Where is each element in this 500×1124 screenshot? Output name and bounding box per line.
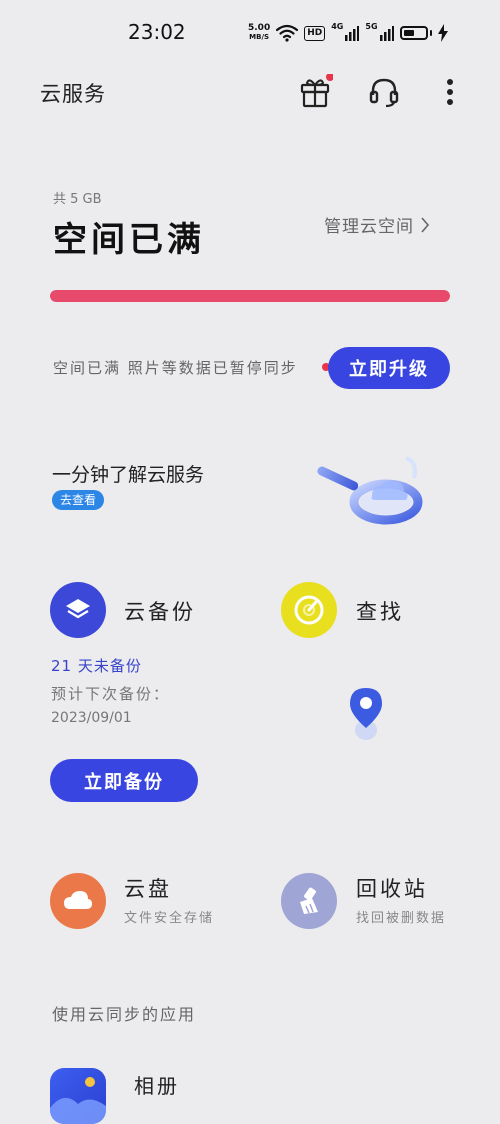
wifi-icon xyxy=(276,24,299,42)
more-icon[interactable] xyxy=(438,74,474,110)
status-icons: 5.00 MB/S HD 4G 5G xyxy=(248,20,448,46)
cloud-drive-icon[interactable] xyxy=(50,873,106,929)
promo-view-badge[interactable]: 去查看 xyxy=(52,490,105,510)
battery-tip xyxy=(429,30,432,36)
cloud-backup-icon[interactable] xyxy=(50,582,106,638)
chevron-right-icon xyxy=(421,216,430,233)
next-backup-label: 预计下次备份： xyxy=(51,685,171,703)
cloud-drive-title[interactable]: 云盘 xyxy=(124,873,172,903)
recycle-bin-icon[interactable] xyxy=(281,873,337,929)
battery-icon xyxy=(399,26,428,40)
status-time: 23:02 xyxy=(128,20,186,44)
signal-label-5g: 5G xyxy=(365,22,378,31)
find-device-icon[interactable] xyxy=(281,582,337,638)
signal-label-4g: 4G xyxy=(331,22,344,31)
promo-title[interactable]: 一分钟了解云服务 xyxy=(52,460,204,487)
cloud-backup-title[interactable]: 云备份 xyxy=(124,596,196,626)
upgrade-button[interactable]: 立即升级 xyxy=(328,347,450,389)
manage-storage-link[interactable]: 管理云空间 xyxy=(324,212,430,237)
page-title: 云服务 xyxy=(40,82,106,106)
storage-usage-fill xyxy=(50,290,450,302)
location-pin-icon xyxy=(346,686,386,744)
storage-status: 空间已满 xyxy=(53,220,205,260)
storage-total-label: 共 5 GB xyxy=(53,192,102,207)
backup-now-button[interactable]: 立即备份 xyxy=(50,759,198,802)
next-backup-date: 2023/09/01 xyxy=(51,710,132,726)
network-speed-unit: MB/S xyxy=(249,33,270,41)
find-title[interactable]: 查找 xyxy=(356,596,404,626)
manage-storage-label: 管理云空间 xyxy=(324,217,414,237)
storage-usage-bar xyxy=(50,290,450,302)
gift-icon[interactable] xyxy=(297,73,334,110)
recycle-bin-title[interactable]: 回收站 xyxy=(356,873,428,903)
photos-app-icon[interactable] xyxy=(50,1068,106,1124)
hd-badge: HD xyxy=(304,25,326,41)
synced-apps-header: 使用云同步的应用 xyxy=(52,1005,197,1024)
photos-app-label[interactable]: 相册 xyxy=(134,1070,180,1099)
charging-icon xyxy=(437,24,448,42)
sync-paused-notice: 空间已满 照片等数据已暂停同步 xyxy=(53,359,298,377)
backup-days-since: 21 天未备份 xyxy=(51,657,142,675)
cloud-drive-subtitle: 文件安全存储 xyxy=(124,911,215,926)
network-speed: 5.00 MB/S xyxy=(248,24,270,42)
magnifier-cloud-illustration xyxy=(310,448,430,538)
signal-icon xyxy=(379,26,394,41)
signal-icon xyxy=(345,26,360,41)
network-speed-value: 5.00 xyxy=(248,23,271,33)
headset-icon[interactable] xyxy=(366,74,402,110)
recycle-bin-subtitle: 找回被删数据 xyxy=(356,911,447,926)
